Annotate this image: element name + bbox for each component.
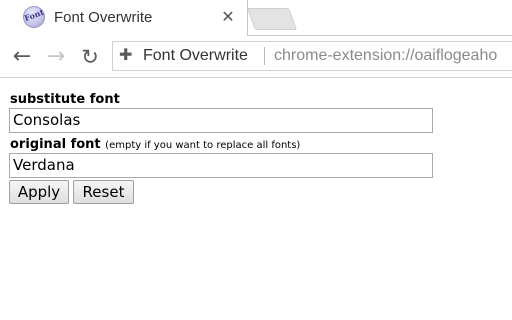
font-extension-icon: Font <box>23 6 45 28</box>
tab-title: Font Overwrite <box>54 9 153 26</box>
apply-button[interactable]: Apply <box>9 180 69 204</box>
address-url[interactable]: chrome-extension://oaiflogeaho <box>274 47 497 65</box>
substitute-font-input[interactable]: Consolas <box>9 108 433 133</box>
original-font-hint: (empty if you want to replace all fonts) <box>105 140 301 151</box>
original-font-input[interactable]: Verdana <box>9 153 433 178</box>
address-bar-divider <box>264 47 265 65</box>
reload-icon[interactable]: ↻ <box>77 44 103 70</box>
options-page: substitute font Consolas original font (… <box>0 78 512 320</box>
tab-font-overwrite[interactable]: Font Font Overwrite ✕ <box>0 0 248 36</box>
forward-arrow-icon[interactable]: → <box>43 44 69 70</box>
browser-window: Font Font Overwrite ✕ ← → ↻ ✚ Font Overw… <box>0 0 512 320</box>
new-tab-button[interactable] <box>246 8 298 30</box>
puzzle-icon: ✚ <box>119 45 133 64</box>
tab-strip: Font Font Overwrite ✕ <box>0 0 512 36</box>
close-icon[interactable]: ✕ <box>218 7 238 27</box>
extension-name-chip: Font Overwrite <box>143 47 248 64</box>
substitute-font-label: substitute font <box>10 92 120 107</box>
back-arrow-icon[interactable]: ← <box>9 44 35 70</box>
browser-toolbar: ← → ↻ ✚ Font Overwrite chrome-extension:… <box>0 36 512 78</box>
favicon-label: Font <box>22 6 46 24</box>
address-bar[interactable]: ✚ Font Overwrite chrome-extension://oaif… <box>112 41 512 71</box>
reset-button[interactable]: Reset <box>73 180 134 204</box>
original-font-label: original font <box>10 137 101 152</box>
original-font-label-row: original font (empty if you want to repl… <box>10 137 300 152</box>
